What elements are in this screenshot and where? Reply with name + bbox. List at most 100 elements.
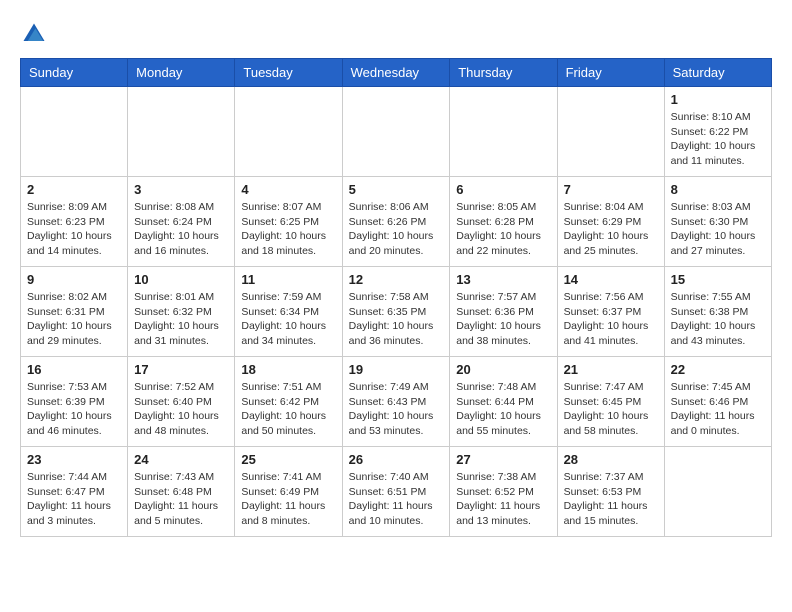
day-number: 13 <box>456 272 550 287</box>
cell-text: Sunrise: 8:05 AM Sunset: 6:28 PM Dayligh… <box>456 200 550 259</box>
day-cell-19: 19Sunrise: 7:49 AM Sunset: 6:43 PM Dayli… <box>342 357 450 447</box>
day-number: 10 <box>134 272 228 287</box>
day-number: 28 <box>564 452 658 467</box>
day-number: 17 <box>134 362 228 377</box>
cell-text: Sunrise: 7:49 AM Sunset: 6:43 PM Dayligh… <box>349 380 444 439</box>
day-number: 18 <box>241 362 335 377</box>
calendar-header-row: SundayMondayTuesdayWednesdayThursdayFrid… <box>21 59 772 87</box>
day-cell-7: 7 Sunrise: 8:04 AM Sunset: 6:29 PM Daylig… <box>557 177 664 267</box>
day-cell-23: 23 Sunrise: 7:44 AM Sunset: 6:47 PM Dayli… <box>21 447 128 537</box>
empty-cell <box>450 87 557 177</box>
cell-text: Sunrise: 7:53 AM Sunset: 6:39 PM Dayligh… <box>27 380 121 439</box>
day-number: 9 <box>27 272 121 287</box>
day-cell-11: 11 Sunrise: 7:59 AM Sunset: 6:34 PM Dayli… <box>235 267 342 357</box>
week-row-2: 2 Sunrise: 8:09 AM Sunset: 6:23 PM Daylig… <box>21 177 772 267</box>
cell-text: Sunrise: 7:52 AM Sunset: 6:40 PM Dayligh… <box>134 380 228 439</box>
day-number: 8 <box>671 182 765 197</box>
day-cell-10: 10 Sunrise: 8:01 AM Sunset: 6:32 PM Dayli… <box>128 267 235 357</box>
day-number: 26 <box>349 452 444 467</box>
logo <box>20 20 50 48</box>
day-number: 5 <box>349 182 444 197</box>
day-header-monday: Monday <box>128 59 235 87</box>
day-number: 2 <box>27 182 121 197</box>
week-row-3: 9 Sunrise: 8:02 AM Sunset: 6:31 PM Daylig… <box>21 267 772 357</box>
cell-text: Sunrise: 8:07 AM Sunset: 6:25 PM Dayligh… <box>241 200 335 259</box>
day-cell-24: 24 Sunrise: 7:43 AM Sunset: 6:48 PM Dayli… <box>128 447 235 537</box>
logo-icon <box>20 20 48 48</box>
cell-text: Sunrise: 8:01 AM Sunset: 6:32 PM Dayligh… <box>134 290 228 349</box>
day-cell-2: 2 Sunrise: 8:09 AM Sunset: 6:23 PM Daylig… <box>21 177 128 267</box>
day-number: 7 <box>564 182 658 197</box>
day-number: 15 <box>671 272 765 287</box>
day-cell-4: 4 Sunrise: 8:07 AM Sunset: 6:25 PM Daylig… <box>235 177 342 267</box>
day-cell-17: 17 Sunrise: 7:52 AM Sunset: 6:40 PM Dayli… <box>128 357 235 447</box>
day-number: 12 <box>349 272 444 287</box>
cell-text: Sunrise: 7:47 AM Sunset: 6:45 PM Dayligh… <box>564 380 658 439</box>
cell-text: Sunrise: 7:51 AM Sunset: 6:42 PM Dayligh… <box>241 380 335 439</box>
week-row-5: 23 Sunrise: 7:44 AM Sunset: 6:47 PM Dayli… <box>21 447 772 537</box>
calendar-table: SundayMondayTuesdayWednesdayThursdayFrid… <box>20 58 772 537</box>
day-cell-13: 13 Sunrise: 7:57 AM Sunset: 6:36 PM Dayli… <box>450 267 557 357</box>
day-header-wednesday: Wednesday <box>342 59 450 87</box>
day-cell-12: 12 Sunrise: 7:58 AM Sunset: 6:35 PM Dayli… <box>342 267 450 357</box>
day-cell-28: 28 Sunrise: 7:37 AM Sunset: 6:53 PM Dayli… <box>557 447 664 537</box>
cell-text: Sunrise: 8:10 AM Sunset: 6:22 PM Dayligh… <box>671 110 765 169</box>
cell-text: Sunrise: 7:40 AM Sunset: 6:51 PM Dayligh… <box>349 470 444 529</box>
cell-text: Sunrise: 7:48 AM Sunset: 6:44 PM Dayligh… <box>456 380 550 439</box>
day-header-saturday: Saturday <box>664 59 771 87</box>
empty-cell <box>342 87 450 177</box>
cell-text: Sunrise: 7:45 AM Sunset: 6:46 PM Dayligh… <box>671 380 765 439</box>
day-cell-14: 14 Sunrise: 7:56 AM Sunset: 6:37 PM Dayli… <box>557 267 664 357</box>
cell-text: Sunrise: 7:43 AM Sunset: 6:48 PM Dayligh… <box>134 470 228 529</box>
day-header-thursday: Thursday <box>450 59 557 87</box>
day-cell-18: 18 Sunrise: 7:51 AM Sunset: 6:42 PM Dayli… <box>235 357 342 447</box>
day-cell-22: 22 Sunrise: 7:45 AM Sunset: 6:46 PM Dayli… <box>664 357 771 447</box>
cell-text: Sunrise: 7:44 AM Sunset: 6:47 PM Dayligh… <box>27 470 121 529</box>
day-cell-5: 5 Sunrise: 8:06 AM Sunset: 6:26 PM Daylig… <box>342 177 450 267</box>
day-number: 14 <box>564 272 658 287</box>
cell-text: Sunrise: 8:03 AM Sunset: 6:30 PM Dayligh… <box>671 200 765 259</box>
day-header-tuesday: Tuesday <box>235 59 342 87</box>
day-number: 23 <box>27 452 121 467</box>
cell-text: Sunrise: 7:38 AM Sunset: 6:52 PM Dayligh… <box>456 470 550 529</box>
day-number: 27 <box>456 452 550 467</box>
day-cell-21: 21 Sunrise: 7:47 AM Sunset: 6:45 PM Dayli… <box>557 357 664 447</box>
day-header-sunday: Sunday <box>21 59 128 87</box>
day-cell-25: 25Sunrise: 7:41 AM Sunset: 6:49 PM Dayli… <box>235 447 342 537</box>
day-number: 4 <box>241 182 335 197</box>
day-cell-27: 27 Sunrise: 7:38 AM Sunset: 6:52 PM Dayli… <box>450 447 557 537</box>
cell-text: Sunrise: 7:56 AM Sunset: 6:37 PM Dayligh… <box>564 290 658 349</box>
day-cell-26: 26 Sunrise: 7:40 AM Sunset: 6:51 PM Dayli… <box>342 447 450 537</box>
cell-text: Sunrise: 7:41 AM Sunset: 6:49 PM Dayligh… <box>241 470 335 529</box>
day-cell-20: 20 Sunrise: 7:48 AM Sunset: 6:44 PM Dayli… <box>450 357 557 447</box>
cell-text: Sunrise: 8:02 AM Sunset: 6:31 PM Dayligh… <box>27 290 121 349</box>
day-cell-8: 8 Sunrise: 8:03 AM Sunset: 6:30 PM Daylig… <box>664 177 771 267</box>
day-number: 11 <box>241 272 335 287</box>
day-cell-15: 15Sunrise: 7:55 AM Sunset: 6:38 PM Dayli… <box>664 267 771 357</box>
day-cell-3: 3Sunrise: 8:08 AM Sunset: 6:24 PM Daylig… <box>128 177 235 267</box>
cell-text: Sunrise: 8:08 AM Sunset: 6:24 PM Dayligh… <box>134 200 228 259</box>
cell-text: Sunrise: 7:59 AM Sunset: 6:34 PM Dayligh… <box>241 290 335 349</box>
empty-cell <box>557 87 664 177</box>
day-number: 22 <box>671 362 765 377</box>
cell-text: Sunrise: 7:58 AM Sunset: 6:35 PM Dayligh… <box>349 290 444 349</box>
day-cell-1: 1 Sunrise: 8:10 AM Sunset: 6:22 PM Daylig… <box>664 87 771 177</box>
day-number: 21 <box>564 362 658 377</box>
day-number: 24 <box>134 452 228 467</box>
day-number: 16 <box>27 362 121 377</box>
cell-text: Sunrise: 8:06 AM Sunset: 6:26 PM Dayligh… <box>349 200 444 259</box>
cell-text: Sunrise: 8:09 AM Sunset: 6:23 PM Dayligh… <box>27 200 121 259</box>
page-header <box>20 20 772 48</box>
day-header-friday: Friday <box>557 59 664 87</box>
day-cell-9: 9 Sunrise: 8:02 AM Sunset: 6:31 PM Daylig… <box>21 267 128 357</box>
empty-cell <box>21 87 128 177</box>
cell-text: Sunrise: 7:37 AM Sunset: 6:53 PM Dayligh… <box>564 470 658 529</box>
cell-text: Sunrise: 8:04 AM Sunset: 6:29 PM Dayligh… <box>564 200 658 259</box>
cell-text: Sunrise: 7:57 AM Sunset: 6:36 PM Dayligh… <box>456 290 550 349</box>
day-cell-6: 6 Sunrise: 8:05 AM Sunset: 6:28 PM Daylig… <box>450 177 557 267</box>
day-number: 20 <box>456 362 550 377</box>
day-cell-16: 16 Sunrise: 7:53 AM Sunset: 6:39 PM Dayli… <box>21 357 128 447</box>
day-number: 1 <box>671 92 765 107</box>
day-number: 6 <box>456 182 550 197</box>
week-row-4: 16 Sunrise: 7:53 AM Sunset: 6:39 PM Dayli… <box>21 357 772 447</box>
